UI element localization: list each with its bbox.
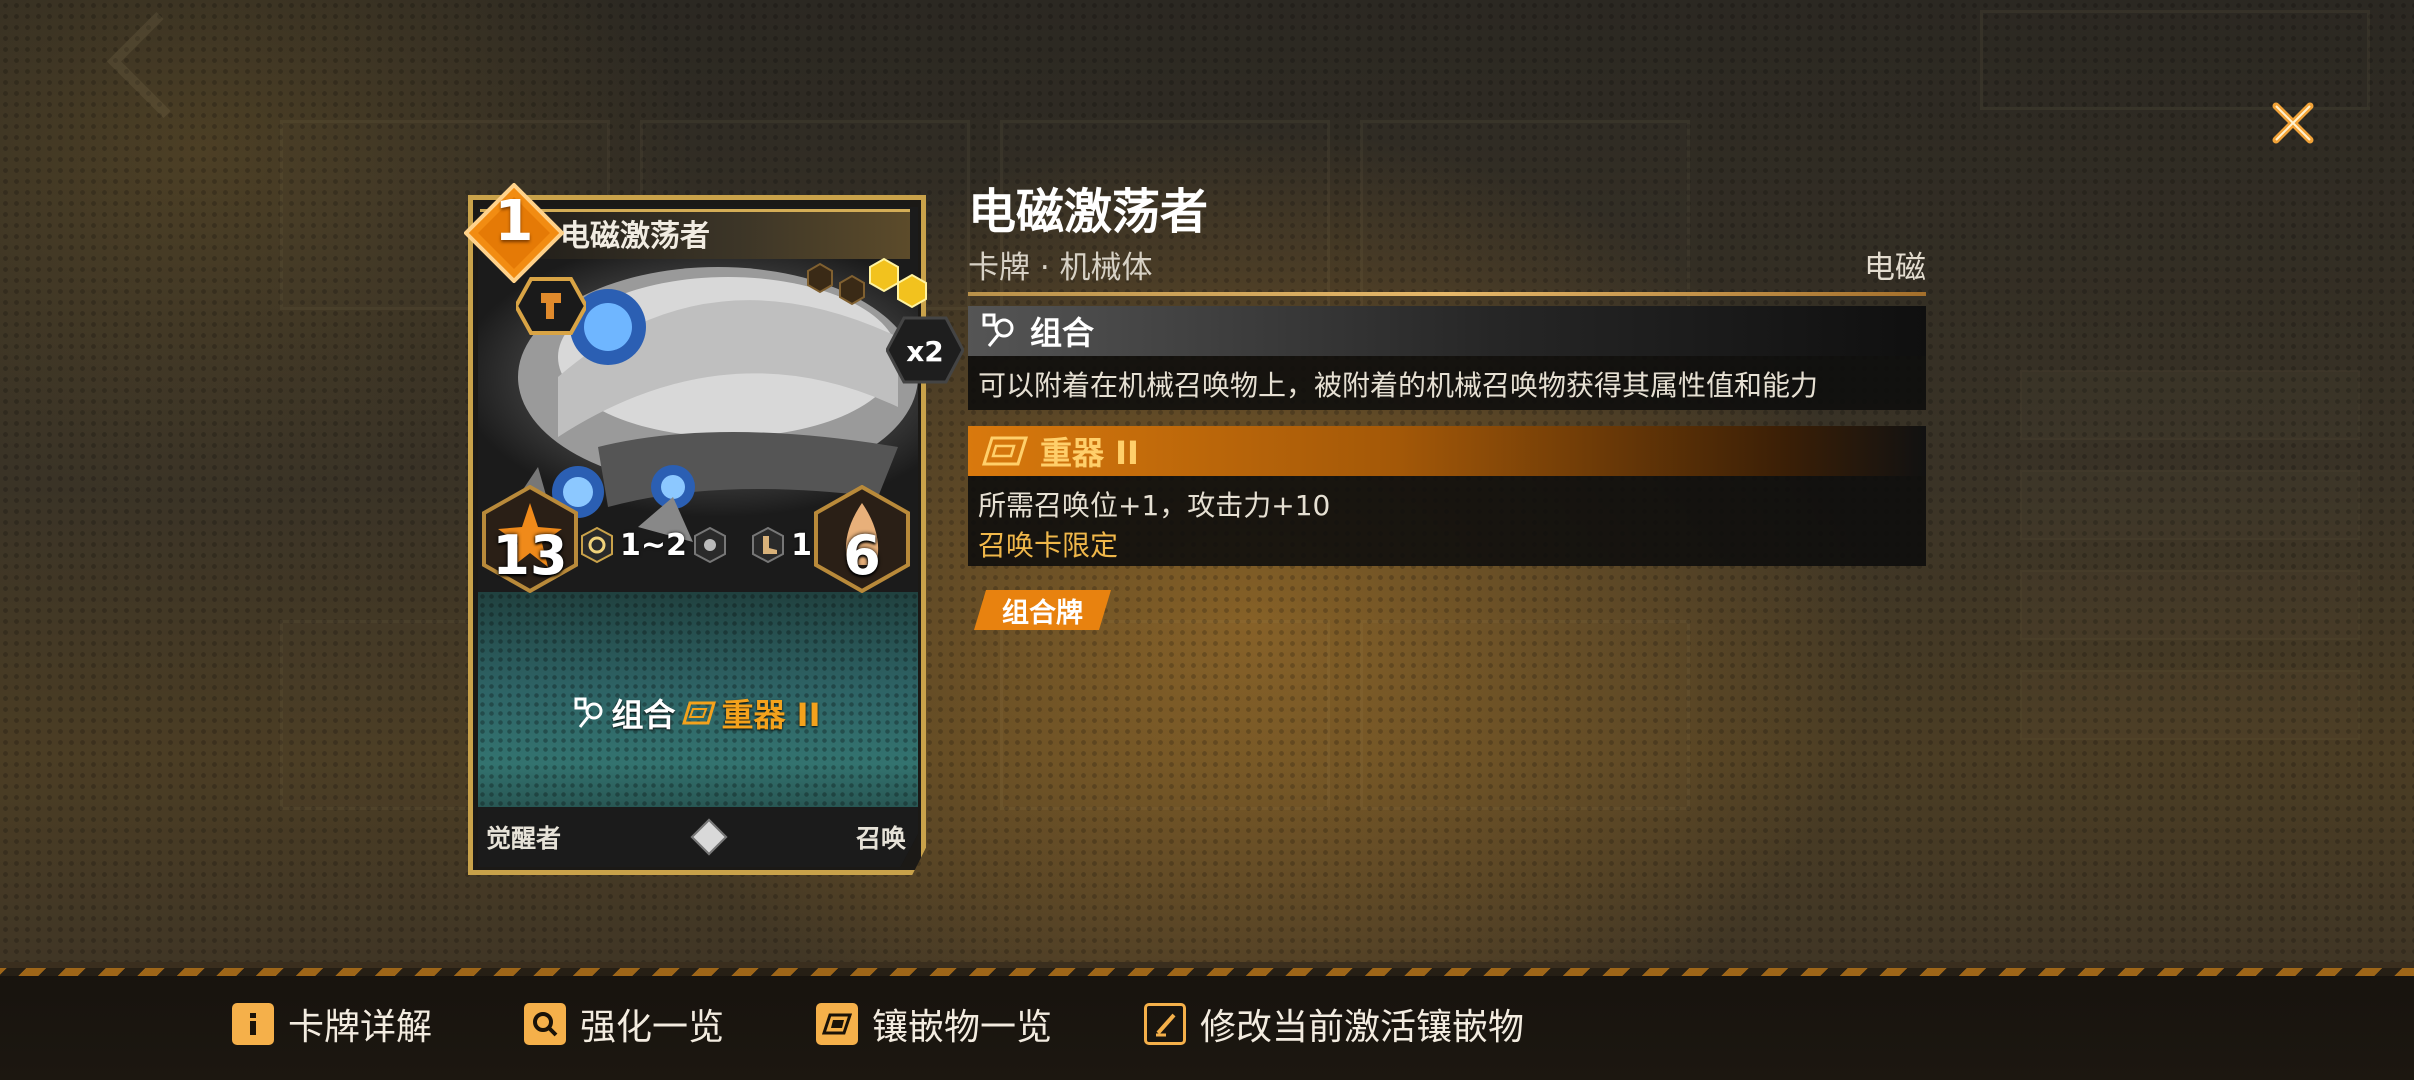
- edit-active-inlay-label: 修改当前激活镶嵌物: [1200, 1007, 1525, 1048]
- health-stat: 6: [814, 484, 910, 594]
- card-details-button[interactable]: 卡牌详解: [232, 998, 432, 1050]
- inlay-overview-button[interactable]: 镶嵌物一览: [816, 998, 1052, 1050]
- rarity-diamond-icon: [690, 818, 727, 856]
- card-class-label: 觉醒者: [486, 824, 562, 853]
- toolbar-hazard-stripes: [0, 968, 2414, 976]
- ability-inlay-header: 重器 II: [968, 426, 1926, 476]
- card-ability-combine: 组合: [611, 696, 676, 734]
- search-icon: [524, 1003, 567, 1045]
- mini-stats-row: 1~2 1: [580, 515, 812, 575]
- detail-title: 电磁激荡者: [968, 184, 1209, 240]
- ability-combine-box: 组合 可以附着在机械召唤物上，被附着的机械召唤物获得其属性值和能力: [968, 306, 1926, 410]
- inlay-overview-label: 镶嵌物一览: [872, 1007, 1053, 1048]
- edit-icon: [1144, 1003, 1187, 1045]
- bottom-toolbar: 卡牌详解 强化一览 镶嵌物一览 修改当前激活镶嵌物: [0, 962, 2414, 1080]
- enhance-overview-button[interactable]: 强化一览: [524, 998, 724, 1050]
- inlay-icon: [681, 701, 716, 725]
- ability-inlay-text: 所需召唤位+1，攻击力+10 召唤卡限定: [968, 476, 1926, 566]
- ability-combine-header: 组合: [968, 306, 1926, 356]
- copies-badge: x2: [885, 315, 965, 385]
- boot-icon: [752, 526, 785, 564]
- enhance-slots: [798, 253, 928, 317]
- inlay-icon: [816, 1003, 859, 1045]
- detail-subtitle: 卡牌 · 机械体: [968, 250, 1153, 286]
- mini-stat-value: 1: [791, 527, 812, 563]
- combine-icon: [574, 697, 602, 728]
- mech-type-icon: [513, 277, 589, 335]
- card-type-label: 召唤: [855, 824, 906, 853]
- toolbar-items: 卡牌详解 强化一览 镶嵌物一览 修改当前激活镶嵌物: [232, 998, 1616, 1050]
- card-tag-chip: 组合牌: [974, 590, 1111, 630]
- enhance-slots-icon: [807, 257, 927, 309]
- health-value: 6: [843, 524, 881, 587]
- mech-type-emblem: [513, 277, 589, 335]
- card-name: 电磁激荡者: [560, 219, 710, 254]
- card-ability-inlay: 重器 II: [721, 696, 821, 734]
- info-icon: [232, 1003, 274, 1045]
- inlay-icon: [982, 436, 1028, 466]
- ability-combine-description: 可以附着在机械召唤物上，被附着的机械召唤物获得其属性值和能力: [978, 369, 1819, 402]
- ability-inlay-name: 重器 II: [1040, 434, 1139, 472]
- ability-combine-name: 组合: [1030, 314, 1095, 352]
- card-footer: 觉醒者 召唤: [478, 807, 918, 867]
- card-ability-line: 组合 重器 II: [468, 690, 926, 736]
- cost-value: 1: [494, 189, 534, 254]
- cost-badge: 1: [463, 182, 565, 284]
- combine-icon: [982, 313, 1014, 347]
- ability-inlay-box: 重器 II 所需召唤位+1，攻击力+10 召唤卡限定: [968, 426, 1926, 566]
- detail-divider: [968, 292, 1926, 296]
- enhance-overview-label: 强化一览: [580, 1007, 725, 1048]
- ability-inlay-description: 所需召唤位+1，攻击力+10: [978, 489, 1331, 522]
- close-button[interactable]: [2262, 92, 2324, 154]
- attack-stat: 13: [482, 484, 578, 594]
- gear-icon: [693, 526, 726, 564]
- range-value: 1~2: [620, 527, 687, 563]
- ability-inlay-restriction: 召唤卡限定: [978, 529, 1119, 562]
- edit-active-inlay-button[interactable]: 修改当前激活镶嵌物: [1144, 998, 1524, 1050]
- close-icon: [2272, 102, 2314, 144]
- card-details-label: 卡牌详解: [288, 1007, 433, 1048]
- attack-value: 13: [492, 524, 568, 587]
- copies-count: x2: [906, 335, 944, 368]
- detail-element: 电磁: [1864, 250, 1926, 286]
- range-icon: [581, 526, 613, 564]
- card-preview: 觉醒者 召唤 电磁激荡者 1 x2 13 6 1~2 1 组合 重器 II: [463, 182, 965, 875]
